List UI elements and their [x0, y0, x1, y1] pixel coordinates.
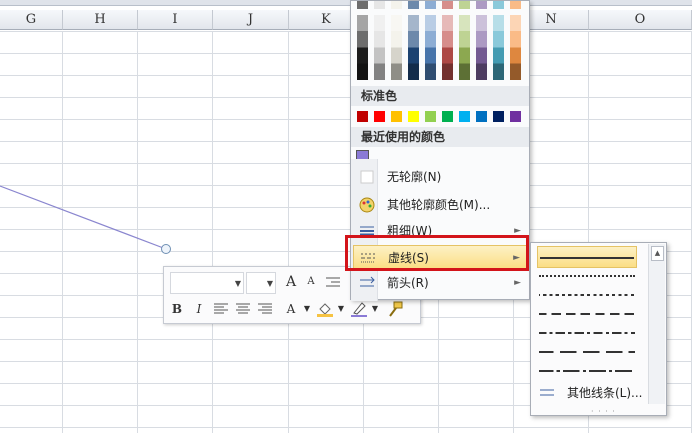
standard-color-swatch[interactable] [510, 111, 521, 122]
align-right-icon[interactable] [256, 299, 274, 319]
theme-shade-column[interactable] [459, 15, 470, 80]
standard-color-swatch[interactable] [374, 111, 385, 122]
standard-colors-header: 标准色 [351, 86, 529, 106]
standard-color-swatch[interactable] [425, 111, 436, 122]
theme-shade-column[interactable] [510, 15, 521, 80]
theme-shade-column[interactable] [391, 15, 402, 80]
font-name-box[interactable]: ▼ [170, 272, 244, 294]
more-lines-item[interactable]: 其他线条(L)... [531, 382, 666, 404]
recent-colors-header: 最近使用的颜色 [351, 127, 529, 147]
theme-swatch[interactable] [476, 1, 487, 9]
theme-swatch[interactable] [408, 1, 419, 9]
theme-shade-column[interactable] [442, 15, 453, 80]
line-style-icon [539, 385, 555, 408]
chevron-down-icon[interactable]: ▼ [298, 299, 316, 319]
dash-style-submenu: ▲ 其他线条(L)... · · · · [530, 242, 667, 416]
standard-color-swatch[interactable] [476, 111, 487, 122]
theme-swatch[interactable] [459, 1, 470, 9]
theme-swatch[interactable] [442, 1, 453, 9]
line-endpoint-handle [161, 244, 171, 254]
standard-color-swatch[interactable] [391, 111, 402, 122]
theme-shade-column[interactable] [493, 15, 504, 80]
standard-color-swatch[interactable] [408, 111, 419, 122]
theme-swatch[interactable] [493, 1, 504, 9]
highlight-annotation-box [345, 235, 529, 271]
italic-button[interactable]: I [190, 299, 208, 319]
indent-icon[interactable] [324, 272, 342, 292]
chevron-down-icon[interactable]: ▼ [332, 299, 350, 319]
theme-swatch[interactable] [391, 1, 402, 9]
theme-shade-column[interactable] [476, 15, 487, 80]
submenu-scrollbar[interactable]: ▲ [648, 244, 665, 404]
dash-style-long-dash-dot[interactable] [537, 360, 637, 382]
chevron-right-icon: ► [514, 278, 521, 288]
theme-swatch[interactable] [510, 1, 521, 9]
menu-item-arrows[interactable]: 箭头(R) ► [353, 271, 527, 295]
scroll-up-icon[interactable]: ▲ [651, 246, 664, 261]
align-left-icon[interactable] [212, 299, 230, 319]
menu-item-more-colors[interactable]: 其他轮廓颜色(M)... [353, 193, 527, 217]
chevron-down-icon[interactable]: ▼ [366, 299, 384, 319]
standard-color-swatch[interactable] [357, 111, 368, 122]
format-painter-icon[interactable] [386, 299, 404, 319]
theme-swatch[interactable] [374, 1, 385, 9]
theme-shade-column[interactable] [408, 15, 419, 80]
theme-swatch[interactable] [357, 1, 368, 9]
standard-color-swatch[interactable] [493, 111, 504, 122]
theme-shade-column[interactable] [425, 15, 436, 80]
theme-shade-column[interactable] [374, 15, 385, 80]
line-segment [0, 185, 167, 250]
none-icon [359, 169, 375, 185]
theme-shade-column[interactable] [357, 15, 368, 80]
palette-icon [359, 197, 375, 213]
shrink-font-button[interactable]: A [302, 272, 320, 292]
arrow-icon [359, 275, 375, 291]
menu-item-no-outline[interactable]: 无轮廓(N) [353, 165, 527, 189]
grow-font-button[interactable]: A [282, 272, 300, 292]
chevron-down-icon[interactable]: ▼ [235, 279, 241, 288]
standard-color-swatch[interactable] [459, 111, 470, 122]
chevron-down-icon[interactable]: ▼ [267, 279, 273, 288]
font-size-box[interactable]: ▼ [246, 272, 276, 294]
theme-swatch[interactable] [425, 1, 436, 9]
standard-color-swatch[interactable] [442, 111, 453, 122]
align-center-icon[interactable] [234, 299, 252, 319]
bold-button[interactable]: B [168, 299, 186, 319]
resize-grip-icon[interactable]: · · · · [591, 407, 616, 416]
